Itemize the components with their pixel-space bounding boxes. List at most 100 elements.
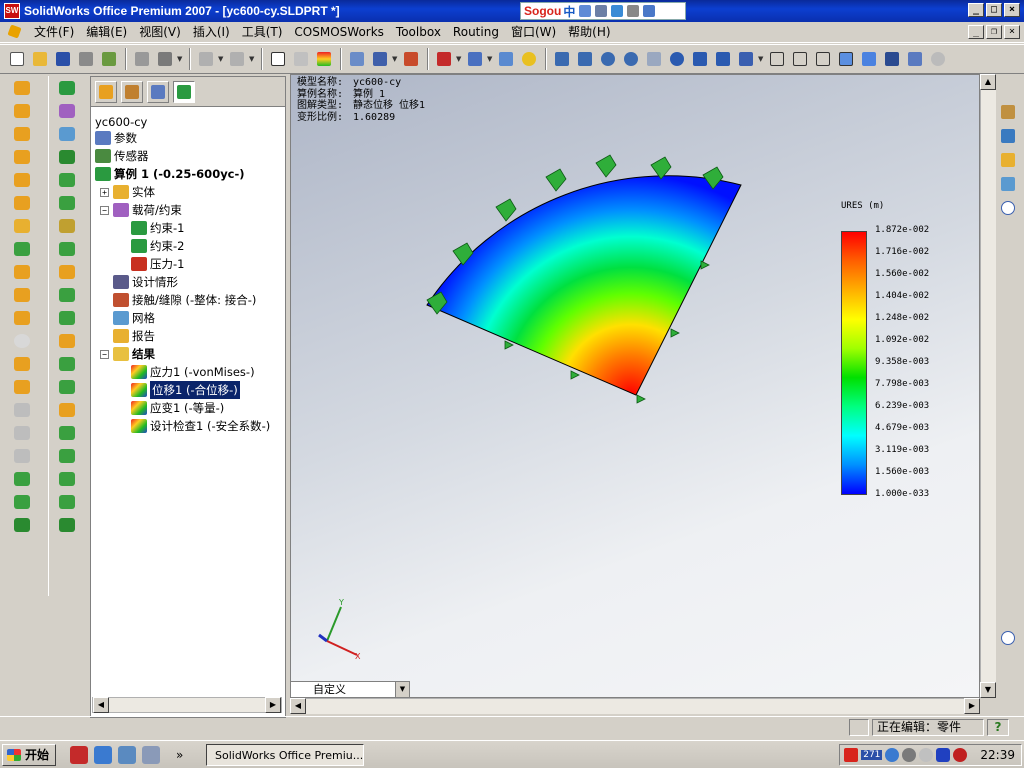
menu-file[interactable]: 文件(F) [28,22,80,42]
hole-button[interactable] [11,330,33,352]
3d-box-button[interactable] [433,48,455,70]
taskbar-solidworks-window[interactable]: SolidWorks Office Premiu... [206,744,364,766]
previous-view-button[interactable] [643,48,665,70]
layout-dropdown-icon[interactable]: ▼ [487,55,495,63]
flex-button[interactable] [11,376,33,398]
tab-configuration-manager[interactable] [147,80,169,103]
shell-button[interactable] [11,261,33,283]
task-pane-library-button[interactable] [998,126,1018,146]
menu-help[interactable]: 帮助(H) [562,22,616,42]
tray-security-icon[interactable] [902,748,917,762]
plane-button[interactable] [11,215,33,237]
doc-close-button[interactable]: × [1004,25,1020,39]
zoom-area-button[interactable] [574,48,596,70]
surface-button[interactable] [56,169,78,191]
graphics-viewport[interactable]: 模型名称: yc600-cy 算例名称: 算例 1 图解类型: 静态位移 位移1 变形… [290,74,980,698]
section-view-button[interactable] [904,48,926,70]
minimize-button[interactable]: _ [968,3,984,17]
menu-toolbox[interactable]: Toolbox [390,22,447,42]
quicklaunch-ie-icon[interactable] [94,745,113,764]
zoom-inout-button[interactable] [597,48,619,70]
rebuild-button[interactable] [313,48,335,70]
tab-feature-manager[interactable] [95,80,117,103]
cut-revolve-button[interactable] [11,192,33,214]
tree-item-restraint-1[interactable]: 约束-1 [131,219,184,237]
curve-button[interactable] [56,514,78,536]
fill-button[interactable] [56,307,78,329]
viewport-vertical-scrollbar[interactable]: ▲ ▼ [980,74,996,698]
menu-edit[interactable]: 编辑(E) [80,22,133,42]
resize-grip[interactable] [1012,720,1024,736]
ime-keyboard-icon[interactable] [611,5,624,17]
displacement-fringe-plot[interactable] [426,175,742,396]
delete-face-button[interactable] [56,353,78,375]
tray-antivirus-icon[interactable] [936,748,951,762]
scroll-right-button[interactable]: ▶ [265,697,281,713]
maximize-button[interactable]: □ [986,3,1002,17]
tray-volume-icon[interactable] [919,748,934,762]
zoom-selection-button[interactable] [620,48,642,70]
task-pane-collapse-button[interactable] [998,198,1018,218]
ime-tools-icon[interactable] [643,5,656,17]
disabled-feature-button-3[interactable] [11,445,33,467]
menu-routing[interactable]: Routing [447,22,505,42]
close-button[interactable]: × [1004,3,1020,17]
tab-cosmosworks-manager[interactable] [173,80,195,103]
scroll-left-button[interactable]: ◀ [290,698,306,714]
tray-badge[interactable]: 271 [861,750,883,760]
intersect-button[interactable] [11,468,33,490]
tray-network-icon[interactable] [885,748,900,762]
revolve-button[interactable] [11,100,33,122]
make-drawing-button[interactable] [98,48,120,70]
tree-item-sensors[interactable]: 传感器 [95,147,149,165]
tree-item-strain-1[interactable]: 应变1 (-等量-) [131,399,224,417]
scroll-up-button[interactable]: ▲ [980,74,996,90]
rotate-view-button[interactable] [666,48,688,70]
menu-insert[interactable]: 插入(I) [187,22,236,42]
disabled-feature-button-2[interactable] [11,422,33,444]
viewport-horizontal-scrollbar[interactable]: ◀ ▶ [290,698,980,714]
start-button[interactable]: 开始 [2,743,57,766]
select-button[interactable] [267,48,289,70]
save-button[interactable] [52,48,74,70]
ime-skin-icon[interactable] [627,5,640,17]
tree-item-solids[interactable]: 实体 [113,183,155,201]
quicklaunch-solidworks-icon[interactable] [70,745,89,764]
properties-button[interactable] [495,48,517,70]
rib-button[interactable] [11,284,33,306]
orientation-dropdown-icon[interactable]: ▼ [758,55,766,63]
disabled-feature-button[interactable] [11,399,33,421]
tree-item-pressure-1[interactable]: 压力-1 [131,255,184,273]
solidworks-logo-icon[interactable]: SW [4,3,20,19]
options-dropdown-icon[interactable]: ▼ [177,55,185,63]
curves-button[interactable] [11,514,33,536]
cut-extrude-button[interactable] [11,169,33,191]
menu-view[interactable]: 视图(V) [133,22,187,42]
tab-property-manager[interactable] [121,80,143,103]
collapse-results-toggle[interactable]: − [100,350,109,359]
tree-item-design-check-1[interactable]: 设计检查1 (-安全系数-) [131,417,270,435]
print-preview-button[interactable] [131,48,153,70]
task-pane-expand-button[interactable] [998,628,1018,648]
menu-window[interactable]: 窗口(W) [505,22,562,42]
print-button[interactable] [75,48,97,70]
zoom-fit-button[interactable] [551,48,573,70]
collapse-loads-toggle[interactable]: − [100,206,109,215]
redo-dropdown-icon[interactable]: ▼ [249,55,257,63]
tree-item-mesh[interactable]: 网格 [113,309,155,327]
quicklaunch-document-icon[interactable] [142,745,161,764]
edit-appearance-button[interactable] [369,48,391,70]
tray-ime-icon[interactable] [844,748,859,762]
replace-face-button[interactable] [56,376,78,398]
wrap-button[interactable] [56,261,78,283]
shadows-button[interactable] [881,48,903,70]
move-face-button[interactable] [56,330,78,352]
view-configuration-combo[interactable]: 自定义 ▼ [290,681,410,698]
ime-moon-icon[interactable] [579,5,592,17]
mesh-button[interactable] [56,123,78,145]
tree-item-loads-restraints[interactable]: 载荷/约束 [113,201,182,219]
loads-button[interactable] [56,100,78,122]
tree-item-design-scenario[interactable]: 设计情形 [113,273,178,291]
roll-view-button[interactable] [712,48,734,70]
tree-item-parameters[interactable]: 参数 [95,129,137,147]
